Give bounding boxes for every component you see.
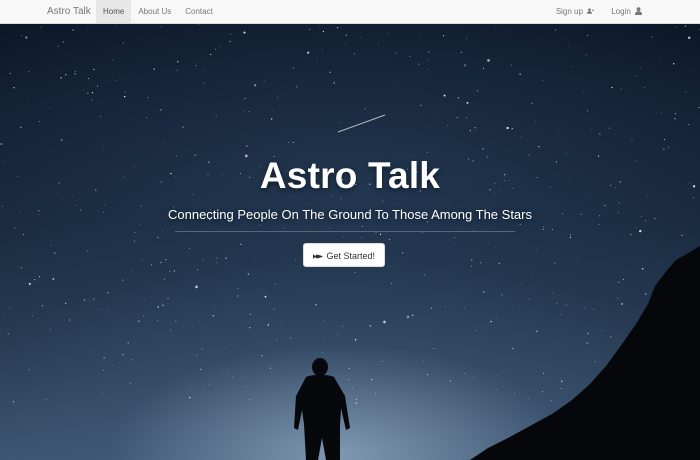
account-nav: Sign up Login — [556, 0, 642, 23]
hero-title: Astro Talk — [259, 155, 441, 196]
nav-login[interactable]: Login — [611, 0, 642, 23]
top-navbar: Astro Talk Home About Us Contact Sign up… — [0, 0, 700, 24]
hero-divider — [175, 231, 515, 232]
brand-link[interactable]: Astro Talk — [47, 0, 91, 24]
user-icon — [635, 7, 642, 15]
nav-sign-up[interactable]: Sign up — [555, 0, 595, 23]
night-landscape-image — [294, 114, 700, 460]
nav-home[interactable]: Home — [96, 0, 132, 23]
sign-up-label: Sign up — [555, 7, 583, 16]
nav-contact[interactable]: Contact — [178, 0, 220, 23]
get-started-label: Get Started! — [326, 251, 376, 261]
get-started-button[interactable]: Get Started! — [303, 243, 385, 267]
login-label: Login — [611, 7, 631, 16]
hero-section: Astro Talk Connecting People On The Grou… — [0, 24, 700, 460]
nav-about-us[interactable]: About Us — [131, 0, 178, 23]
hero-subtitle: Connecting People On The Ground To Those… — [168, 207, 532, 222]
main-nav: Home About Us Contact — [96, 0, 220, 23]
user-plus-icon — [587, 8, 595, 14]
rocket-icon — [312, 253, 323, 259]
